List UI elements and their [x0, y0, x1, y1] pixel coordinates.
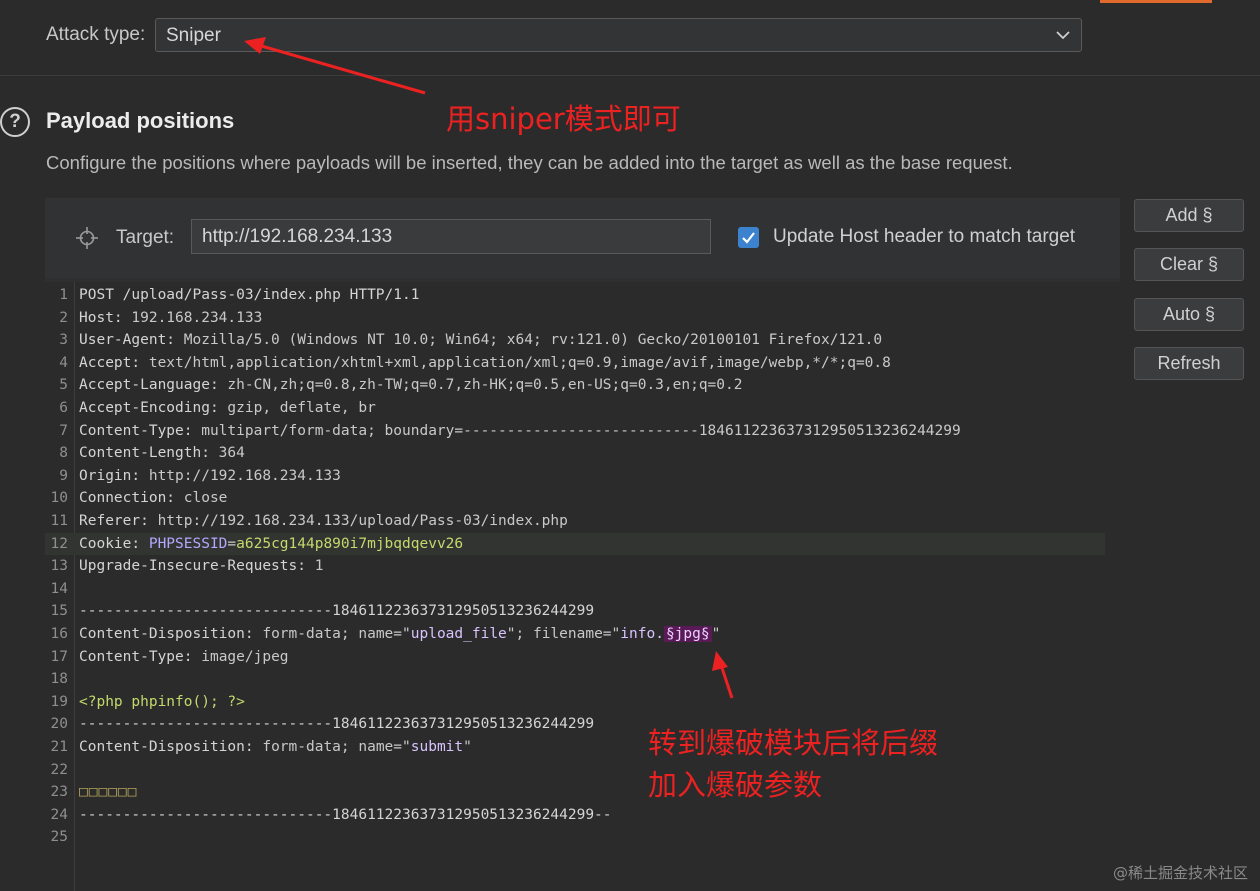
annotation-suffix-note-2: 加入爆破参数 — [648, 768, 823, 802]
arrow-to-sniper — [257, 43, 426, 95]
annotation-sniper-note: 用sniper模式即可 — [446, 102, 681, 136]
arrow-head-sniper — [244, 37, 266, 54]
arrow-to-marker — [719, 664, 734, 699]
watermark: @稀土掘金技术社区 — [1112, 864, 1248, 882]
arrow-head-marker — [712, 651, 728, 671]
annotation-suffix-note-1: 转到爆破模块后将后缀 — [648, 726, 939, 760]
